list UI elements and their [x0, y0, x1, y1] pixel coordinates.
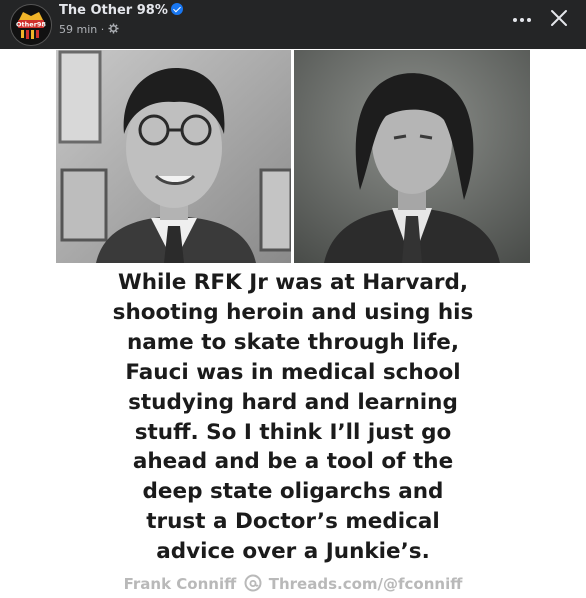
post-time[interactable]: 59 min: [59, 23, 97, 36]
globe-gear-icon: [108, 23, 119, 34]
meta-separator: ·: [100, 23, 108, 36]
more-icon: [513, 17, 531, 22]
photo-rfk-drawing: [294, 50, 530, 263]
page-avatar[interactable]: Other98: [10, 4, 52, 46]
close-button[interactable]: [546, 5, 572, 31]
credit-handle: Threads.com/@fconniff: [268, 575, 463, 593]
more-options-button[interactable]: [510, 8, 534, 30]
page-name[interactable]: The Other 98%: [59, 3, 168, 18]
image-credit: Frank Conniff Threads.com/@fconniff: [56, 574, 530, 593]
threads-icon: [244, 574, 261, 592]
post-image[interactable]: [56, 50, 530, 263]
avatar-logo: Other98: [11, 5, 51, 45]
credit-name: Frank Conniff: [123, 575, 237, 593]
avatar-text: Other98: [16, 21, 46, 29]
post-meta: 59 min ·: [59, 23, 119, 36]
photo-fauci: [56, 50, 291, 263]
verified-icon: [170, 3, 183, 15]
photo-fauci-drawing: [56, 50, 291, 263]
post-caption-text: While RFK Jr was at Harvard, shooting he…: [112, 270, 474, 565]
close-icon: [551, 10, 567, 26]
photo-rfk: [294, 50, 530, 263]
page-name-link[interactable]: The Other 98%: [59, 3, 183, 18]
post-header: Other98 The Other 98% 59 min ·: [0, 0, 586, 49]
